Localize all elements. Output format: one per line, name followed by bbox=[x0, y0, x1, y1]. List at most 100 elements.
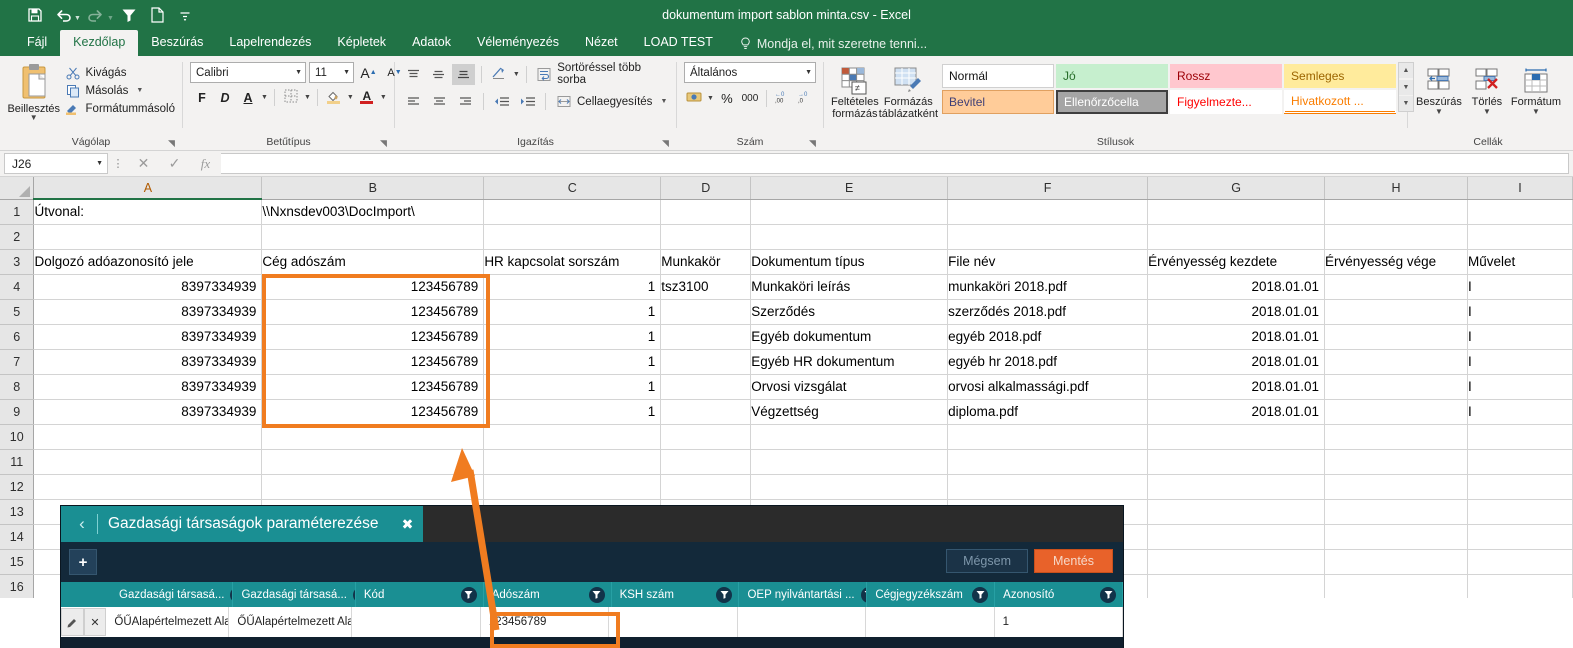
cut-button[interactable]: Kivágás bbox=[65, 65, 175, 80]
tab-nezet[interactable]: Nézet bbox=[572, 30, 631, 56]
font-size-caret-icon[interactable]: ▼ bbox=[343, 69, 350, 76]
accept-icon[interactable]: ✓ bbox=[159, 153, 190, 175]
dialog-tab-bar[interactable]: ‹ Gazdasági társaságok paraméterezése ✖ bbox=[61, 506, 1123, 542]
select-all-corner[interactable] bbox=[0, 177, 35, 200]
cell-F6[interactable]: egyéb 2018.pdf bbox=[947, 324, 1149, 350]
cell-D10[interactable] bbox=[660, 424, 752, 450]
column-header-c[interactable]: C bbox=[483, 177, 662, 200]
cell-G1[interactable] bbox=[1147, 199, 1326, 225]
style-hivatkozott[interactable]: Hivatkozott ... bbox=[1284, 90, 1397, 114]
paste-caret-icon[interactable]: ▼ bbox=[30, 114, 38, 122]
cell-H2[interactable] bbox=[1324, 224, 1468, 250]
cell-C12[interactable] bbox=[483, 474, 662, 500]
dialog-column-header-7[interactable]: Azonosító bbox=[995, 582, 1124, 607]
orientation-button[interactable] bbox=[488, 64, 510, 85]
row-header-16[interactable]: 16 bbox=[0, 574, 35, 598]
bold-button[interactable]: F bbox=[192, 87, 212, 108]
cell-E11[interactable] bbox=[750, 449, 949, 475]
cell-H11[interactable] bbox=[1324, 449, 1468, 475]
number-format-combo[interactable]: Általános ▼ bbox=[684, 62, 816, 83]
dialog-cell-6[interactable] bbox=[866, 607, 995, 637]
format-painter-button[interactable]: Formátummásoló bbox=[65, 101, 175, 116]
tell-me-box[interactable]: Mondja el, mit szeretne tenni... bbox=[726, 33, 937, 56]
name-box[interactable]: J26 ▼ bbox=[4, 153, 108, 174]
sheet-row[interactable]: 9 8397334939 123456789 1 Végzettség diploma.p… bbox=[0, 399, 1573, 425]
filter-icon[interactable] bbox=[860, 586, 867, 603]
cell-A2[interactable] bbox=[33, 224, 263, 250]
cell-H7[interactable] bbox=[1324, 349, 1468, 375]
font-size-combo[interactable]: 11 ▼ bbox=[309, 62, 354, 83]
cell-I3[interactable]: Művelet bbox=[1467, 249, 1573, 275]
cell-H13[interactable] bbox=[1324, 499, 1468, 525]
decrease-decimal-button[interactable]: →0,0 bbox=[796, 88, 816, 109]
filter-icon[interactable] bbox=[116, 3, 142, 27]
cell-F10[interactable] bbox=[947, 424, 1149, 450]
name-box-caret-icon[interactable]: ▼ bbox=[96, 160, 103, 167]
ribbon-tab-bar[interactable]: Fájl Kezdőlap Beszúrás Lapelrendezés Kép… bbox=[0, 30, 1573, 56]
cell-E7[interactable]: Egyéb HR dokumentum bbox=[750, 349, 949, 375]
format-as-table-button[interactable]: Formázás táblázatként bbox=[879, 62, 938, 120]
cell-H5[interactable] bbox=[1324, 299, 1468, 325]
insert-cells-button[interactable]: Beszúrás ▼ bbox=[1415, 62, 1463, 116]
tab-beszuras[interactable]: Beszúrás bbox=[138, 30, 216, 56]
row-header-12[interactable]: 12 bbox=[0, 474, 35, 500]
row-header-9[interactable]: 9 bbox=[0, 399, 35, 425]
sheet-row[interactable]: 6 8397334939 123456789 1 Egyéb dokumentum egy… bbox=[0, 324, 1573, 350]
dialog-cell-1[interactable]: ŐŰAlapértelmezett Ala... bbox=[229, 607, 353, 637]
cell-styles-gallery[interactable]: Normál Jó Rossz Semleges Bevitel Ellenőr… bbox=[942, 62, 1397, 114]
cell-H9[interactable] bbox=[1324, 399, 1468, 425]
delete-cells-button[interactable]: Törlés ▼ bbox=[1463, 62, 1511, 116]
tab-velemenyezes[interactable]: Véleményezés bbox=[464, 30, 572, 56]
cell-H6[interactable] bbox=[1324, 324, 1468, 350]
cell-H10[interactable] bbox=[1324, 424, 1468, 450]
dialog-cell-0[interactable]: ŐŰAlapértelmezett Ala... bbox=[106, 607, 230, 637]
row-header-14[interactable]: 14 bbox=[0, 524, 35, 550]
cell-D12[interactable] bbox=[660, 474, 752, 500]
column-header-h[interactable]: H bbox=[1324, 177, 1468, 200]
cell-F12[interactable] bbox=[947, 474, 1149, 500]
cell-H8[interactable] bbox=[1324, 374, 1468, 400]
cell-G3[interactable]: Érvényesség kezdete bbox=[1147, 249, 1326, 275]
row-header-5[interactable]: 5 bbox=[0, 299, 35, 325]
sheet-row[interactable]: 4 8397334939 123456789 1 tsz3100 Munkaköri le… bbox=[0, 274, 1573, 300]
underline-button[interactable]: A bbox=[238, 87, 258, 108]
dialog-grid-row[interactable]: ✕ ŐŰAlapértelmezett Ala... ŐŰAlapértelmeze… bbox=[61, 607, 1123, 637]
dialog-column-header-6[interactable]: Cégjegyzékszám bbox=[867, 582, 996, 607]
cell-A11[interactable] bbox=[33, 449, 263, 475]
percent-format-button[interactable]: % bbox=[717, 88, 737, 109]
close-icon[interactable]: ✖ bbox=[392, 506, 423, 542]
cell-C2[interactable] bbox=[483, 224, 662, 250]
alignment-dialog-launcher-icon[interactable]: ◥ bbox=[661, 136, 670, 148]
cell-D1[interactable] bbox=[660, 199, 752, 225]
cell-D7[interactable] bbox=[660, 349, 752, 375]
row-header-11[interactable]: 11 bbox=[0, 449, 35, 475]
cell-A9[interactable]: 8397334939 bbox=[33, 399, 263, 425]
cell-I7[interactable]: I bbox=[1467, 349, 1573, 375]
decrease-indent-button[interactable] bbox=[490, 91, 513, 112]
cell-I6[interactable]: I bbox=[1467, 324, 1573, 350]
sheet-row[interactable]: 5 8397334939 123456789 1 Szerződés szerződés … bbox=[0, 299, 1573, 325]
borders-button[interactable] bbox=[281, 87, 301, 108]
add-row-button[interactable]: + bbox=[69, 549, 97, 575]
conditional-formatting-button[interactable]: ≠ Feltételes formázás bbox=[831, 62, 879, 120]
tab-kezdolap[interactable]: Kezdőlap bbox=[60, 30, 139, 56]
increase-decimal-button[interactable]: ←0,00 bbox=[773, 88, 793, 109]
sheet-row[interactable]: 2 bbox=[0, 224, 1573, 250]
row-header-10[interactable]: 10 bbox=[0, 424, 35, 450]
cell-H3[interactable]: Érvényesség vége bbox=[1324, 249, 1468, 275]
sheet-row[interactable]: 12 bbox=[0, 474, 1573, 500]
row-header-13[interactable]: 13 bbox=[0, 499, 35, 525]
cell-B3[interactable]: Cég adószám bbox=[261, 249, 485, 275]
cell-B2[interactable] bbox=[261, 224, 485, 250]
font-name-combo[interactable]: Calibri ▼ bbox=[190, 62, 306, 83]
font-name-caret-icon[interactable]: ▼ bbox=[295, 69, 302, 76]
borders-caret-icon[interactable]: ▼ bbox=[304, 94, 311, 101]
sheet-row[interactable]: 11 bbox=[0, 449, 1573, 475]
sheet-row[interactable]: 1 Útvonal: \\Nxnsdev003\DocImport\ bbox=[0, 199, 1573, 225]
cell-E3[interactable]: Dokumentum típus bbox=[750, 249, 949, 275]
filter-icon[interactable] bbox=[972, 586, 989, 603]
cell-D3[interactable]: Munkakör bbox=[660, 249, 752, 275]
cell-E2[interactable] bbox=[750, 224, 949, 250]
undo-dropdown-caret[interactable]: ▼ bbox=[74, 9, 81, 22]
fill-color-caret-icon[interactable]: ▼ bbox=[347, 94, 354, 101]
